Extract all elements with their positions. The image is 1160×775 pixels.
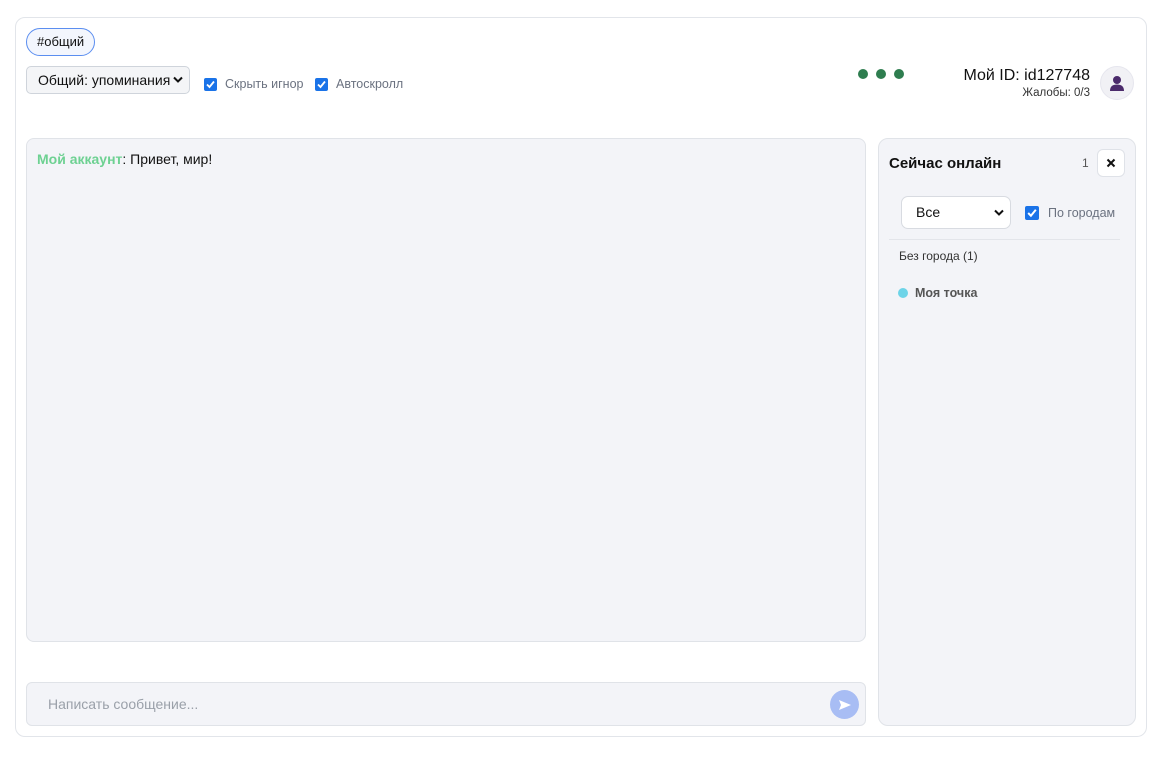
close-icon (1106, 158, 1116, 168)
group-by-city-label: По городам (1048, 206, 1116, 220)
online-count-badge: 1 (1082, 156, 1089, 170)
group-by-city-checkbox[interactable] (1025, 206, 1039, 220)
connection-status-indicator (858, 69, 904, 79)
status-dot (894, 69, 904, 79)
my-id-label: Мой ID: id127748 (963, 67, 1090, 84)
message-composer (26, 682, 866, 726)
city-group-header: Без города (1) (899, 249, 978, 263)
autoscroll-checkbox[interactable] (315, 77, 328, 91)
presence-dot-icon (898, 288, 908, 298)
chevron-down-icon (994, 209, 1004, 216)
message-text: Привет, мир! (126, 151, 213, 167)
status-dot (876, 69, 886, 79)
online-user-item[interactable]: Моя точка (898, 286, 977, 300)
autoscroll-toggle[interactable]: Автоскролл (315, 76, 403, 92)
mention-filter-select[interactable]: Общий: упоминания (26, 66, 190, 94)
divider (889, 239, 1120, 240)
close-panel-button[interactable] (1097, 149, 1125, 177)
chat-message: Мой аккаунт: Привет, мир! (37, 151, 212, 167)
online-user-name: Моя точка (915, 286, 978, 300)
message-author[interactable]: Мой аккаунт (37, 151, 122, 167)
city-filter-select[interactable]: Все (901, 196, 1011, 229)
send-icon (838, 699, 851, 710)
send-button[interactable] (830, 690, 859, 719)
mention-filter-value: Общий: упоминания (38, 72, 171, 88)
status-dot (858, 69, 868, 79)
hide-ignore-label: Скрыть игнор (225, 77, 304, 91)
profile-avatar-button[interactable] (1100, 66, 1134, 100)
group-by-city-toggle[interactable]: По городам (1025, 206, 1115, 220)
tab-general-channel[interactable]: #общий (26, 28, 96, 56)
chat-messages-panel[interactable]: Мой аккаунт: Привет, мир! (26, 138, 866, 642)
autoscroll-label: Автоскролл (336, 77, 404, 91)
complaints-counter: Жалобы: 0/3 (1022, 87, 1090, 99)
chevron-down-icon (173, 76, 183, 83)
message-input[interactable] (27, 683, 817, 725)
user-icon (1110, 75, 1124, 91)
hide-ignore-checkbox[interactable] (204, 77, 217, 91)
city-filter-value: Все (916, 204, 941, 220)
online-panel-title: Сейчас онлайн (889, 155, 1002, 172)
online-users-panel: Сейчас онлайн 1 Все По городам Без город… (878, 138, 1136, 726)
hide-ignore-toggle[interactable]: Скрыть игнор (204, 76, 304, 92)
